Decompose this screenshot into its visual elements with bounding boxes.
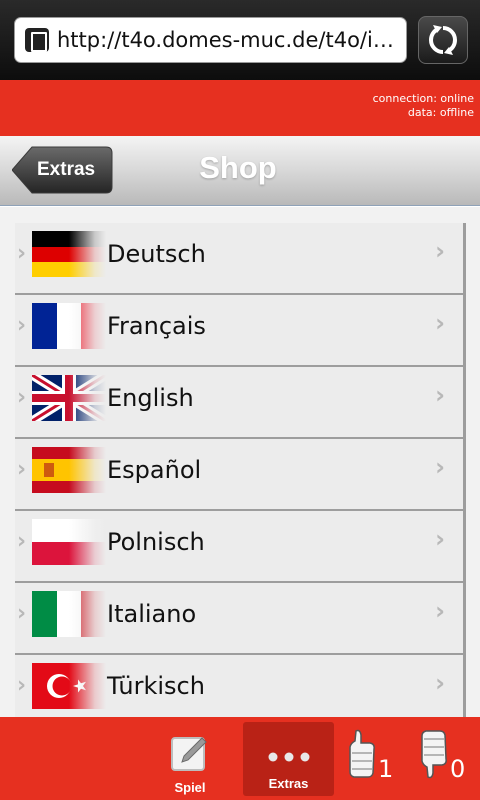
list-item-turkisch[interactable]: › Türkisch › bbox=[15, 655, 463, 717]
chevron-right-icon: › bbox=[435, 669, 445, 697]
list-item-espanol[interactable]: › Español › bbox=[15, 439, 463, 511]
refresh-icon bbox=[428, 25, 458, 55]
data-status-text: data: offline bbox=[407, 106, 474, 119]
thumbs-down-count: 0 bbox=[450, 755, 466, 783]
chevron-right-icon: › bbox=[435, 309, 445, 337]
turkey-flag-icon bbox=[32, 663, 106, 709]
language-list: › Deutsch › › Français › › English › › E… bbox=[15, 223, 466, 717]
chevron-right-icon: › bbox=[435, 381, 445, 409]
bottom-tab-bar: Spiel Extras 1 0 bbox=[0, 717, 480, 800]
list-item-italiano[interactable]: › Italiano › bbox=[15, 583, 463, 655]
tab-spiel-label: Spiel bbox=[174, 780, 206, 795]
title-bar: Extras Shop bbox=[0, 136, 480, 206]
language-label: Français bbox=[107, 312, 206, 340]
edit-icon bbox=[171, 737, 207, 771]
url-field[interactable]: http://t4o.domes-muc.de/t4o/in... bbox=[14, 17, 407, 63]
chevron-right-icon: › bbox=[435, 597, 445, 625]
browser-toolbar: http://t4o.domes-muc.de/t4o/in... bbox=[0, 0, 480, 80]
list-item-polnisch[interactable]: › Polnisch › bbox=[15, 511, 463, 583]
chevron-right-icon: › bbox=[17, 673, 27, 698]
chevron-right-icon: › bbox=[17, 241, 27, 266]
thumbs-down-counter[interactable]: 0 bbox=[420, 729, 465, 783]
chevron-right-icon: › bbox=[17, 313, 27, 338]
list-item-deutsch[interactable]: › Deutsch › bbox=[15, 223, 463, 295]
chevron-right-icon: › bbox=[17, 529, 27, 554]
chevron-right-icon: › bbox=[435, 525, 445, 553]
germany-flag-icon bbox=[32, 231, 106, 277]
chevron-right-icon: › bbox=[17, 457, 27, 482]
language-label: Türkisch bbox=[107, 672, 205, 700]
language-label: Polnisch bbox=[107, 528, 205, 556]
language-label: Italiano bbox=[107, 600, 197, 628]
chevron-right-icon: › bbox=[17, 385, 27, 410]
list-item-francais[interactable]: › Français › bbox=[15, 295, 463, 367]
language-label: English bbox=[107, 384, 194, 412]
tab-spiel[interactable]: Spiel bbox=[160, 722, 220, 796]
page-favicon-icon bbox=[25, 28, 49, 52]
spain-flag-icon bbox=[32, 447, 106, 493]
list-item-english[interactable]: › English › bbox=[15, 367, 463, 439]
url-text: http://t4o.domes-muc.de/t4o/in... bbox=[57, 28, 406, 52]
language-label: Español bbox=[107, 456, 202, 484]
thumbs-up-icon bbox=[349, 729, 375, 778]
chevron-right-icon: › bbox=[435, 453, 445, 481]
reload-button[interactable] bbox=[418, 16, 468, 64]
thumbs-down-icon bbox=[421, 730, 447, 779]
more-icon bbox=[268, 752, 309, 762]
thumbs-up-counter[interactable]: 1 bbox=[348, 729, 393, 783]
poland-flag-icon bbox=[32, 519, 106, 565]
italy-flag-icon bbox=[32, 591, 106, 637]
language-label: Deutsch bbox=[107, 240, 206, 268]
chevron-right-icon: › bbox=[435, 237, 445, 265]
uk-flag-icon bbox=[32, 375, 106, 421]
thumbs-up-count: 1 bbox=[378, 755, 394, 783]
connection-status-text: connection: online bbox=[372, 92, 474, 105]
tab-extras-label: Extras bbox=[268, 776, 309, 791]
chevron-right-icon: › bbox=[17, 601, 27, 626]
language-list-container: › Deutsch › › Français › › English › › E… bbox=[0, 207, 480, 717]
tab-extras[interactable]: Extras bbox=[243, 722, 334, 796]
connection-status: connection: online data: offline bbox=[373, 92, 474, 120]
france-flag-icon bbox=[32, 303, 106, 349]
page-title: Shop bbox=[199, 150, 277, 185]
